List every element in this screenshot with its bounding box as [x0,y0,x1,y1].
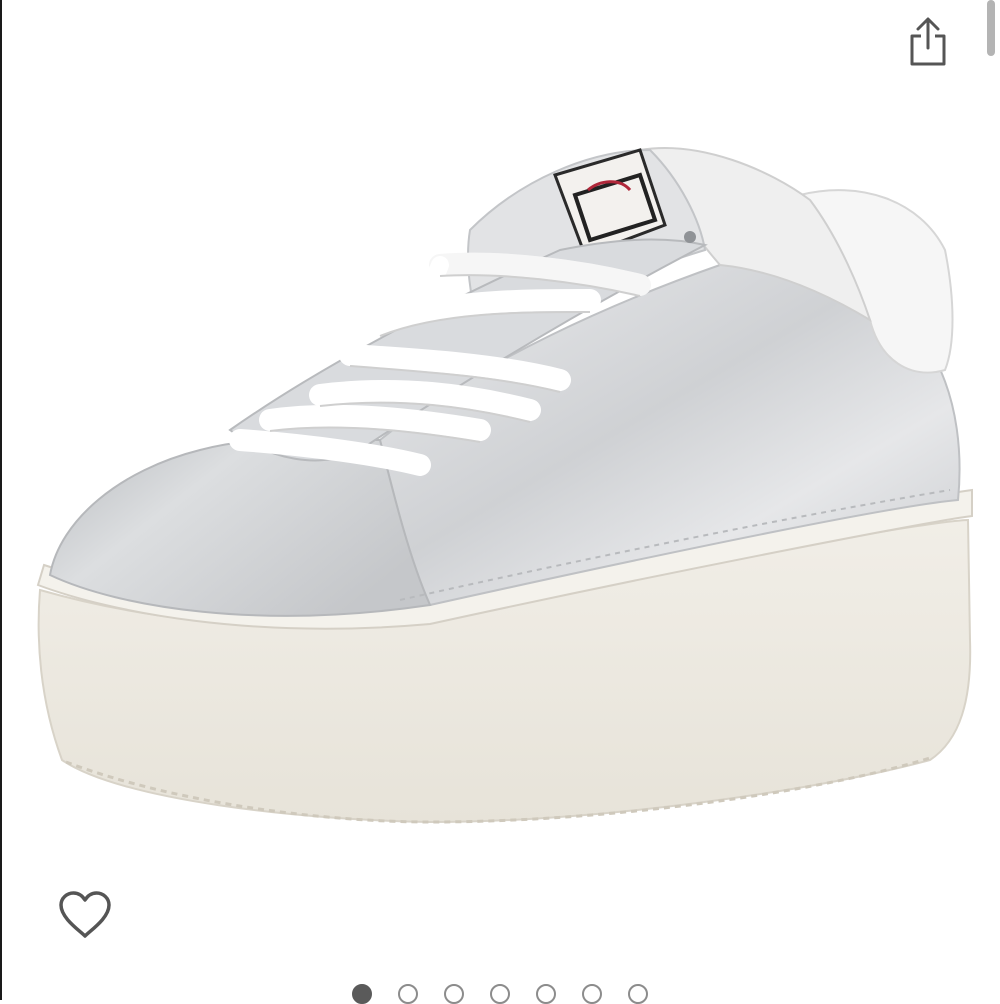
wishlist-button[interactable] [54,884,116,946]
eyelet [684,231,696,243]
pager-dot-5[interactable] [536,984,556,1004]
heart-outline-icon [59,891,111,938]
pager-dot-3[interactable] [444,984,464,1004]
pager-dot-7[interactable] [628,984,648,1004]
pager-dot-4[interactable] [490,984,510,1004]
product-image-viewer[interactable] [0,0,1000,1004]
image-pager [0,984,1000,1004]
pager-dot-2[interactable] [398,984,418,1004]
pager-dot-6[interactable] [582,984,602,1004]
share-icon [910,17,946,66]
pager-dot-1[interactable] [352,984,372,1004]
scrollbar-thumb[interactable] [987,0,995,56]
share-button[interactable] [900,12,956,72]
product-image-sneaker[interactable] [0,0,1000,980]
